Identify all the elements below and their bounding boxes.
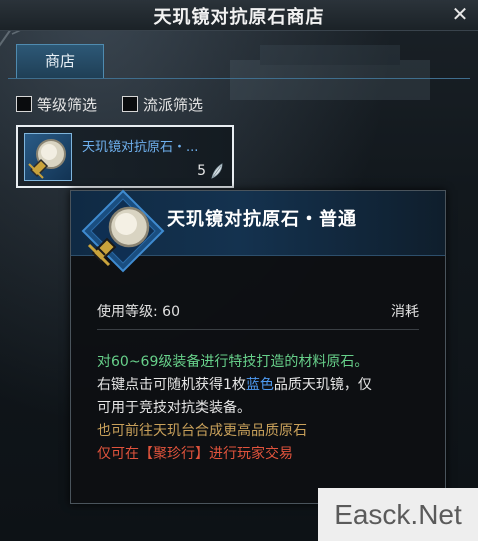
school-filter-label: 流派筛选 (143, 96, 204, 114)
window-title: 天玑镜对抗原石商店 (153, 7, 325, 28)
filter-level[interactable]: 等级筛选 (16, 94, 112, 116)
watermark: Easck.Net (318, 488, 478, 541)
tooltip-header: 天玑镜对抗原石・普通 (71, 189, 445, 273)
item-name: 天玑镜对抗原石・... (82, 140, 199, 155)
tooltip-item-type: 消耗 (391, 304, 419, 320)
title-bar: 天玑镜对抗原石商店 ✕ (0, 0, 478, 31)
level-filter-label: 等级筛选 (37, 96, 98, 114)
tooltip-use-level: 使用等级: 60 (97, 304, 180, 320)
tooltip-title: 天玑镜对抗原石・普通 (167, 209, 357, 230)
desc-line-1: 对60~69级装备进行特技打造的材料原石。 (97, 354, 369, 370)
tooltip-item-icon (81, 189, 165, 273)
tab-bar: 商店 (8, 44, 470, 79)
item-tooltip: 天玑镜对抗原石・普通 使用等级: 60 消耗 对60~69级装备进行特技打造的材… (70, 189, 446, 504)
tab-shop[interactable]: 商店 (16, 44, 104, 78)
desc-quality-blue: 蓝色 (245, 377, 274, 393)
school-filter-checkbox[interactable] (122, 96, 138, 112)
tooltip-description: 对60~69级装备进行特技打造的材料原石。 右键点击可随机获得1枚蓝色品质天玑镜… (97, 351, 427, 466)
desc-line-4: 也可前往天玑台合成更高品质原石 (97, 423, 307, 439)
level-filter-checkbox[interactable] (16, 96, 32, 112)
item-price: 5 (197, 163, 206, 179)
feather-icon (211, 163, 223, 179)
tooltip-divider (97, 329, 419, 330)
desc-line-2-post: 品质天玑镜，仅 (273, 377, 372, 393)
close-icon: ✕ (451, 2, 469, 26)
close-button[interactable]: ✕ (450, 4, 470, 24)
shop-window: 天玑镜对抗原石商店 ✕ 商店 等级筛选 流派筛选 天玑镜对抗原石・... 5 天… (0, 0, 478, 541)
filter-school[interactable]: 流派筛选 (122, 94, 218, 116)
desc-line-3: 可用于竞技对抗类装备。 (97, 400, 251, 416)
item-icon-frame (24, 133, 72, 181)
desc-line-5: 仅可在【聚珍行】进行玩家交易 (97, 446, 293, 462)
crystal-ball-icon (28, 139, 66, 179)
desc-line-2: 右键点击可随机获得1枚蓝色品质天玑镜，仅 (97, 374, 427, 397)
desc-line-2-pre: 右键点击可随机获得1枚 (97, 377, 246, 393)
shop-item-card[interactable]: 天玑镜对抗原石・... 5 (16, 125, 234, 188)
